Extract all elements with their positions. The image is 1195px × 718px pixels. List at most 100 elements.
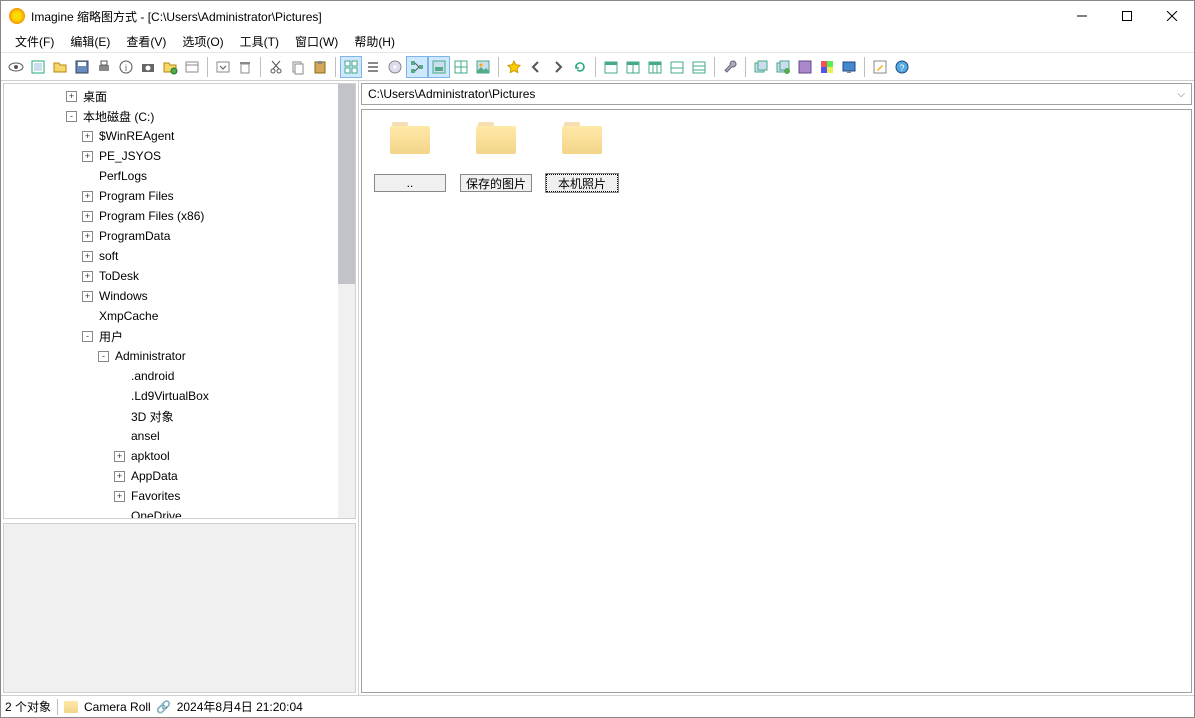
tool-preferences-icon[interactable] — [181, 56, 203, 78]
tree-node[interactable]: +PE_JSYOS — [4, 146, 355, 166]
tree-node[interactable]: +Favorites — [4, 486, 355, 506]
expand-icon[interactable]: + — [82, 131, 93, 142]
expand-icon[interactable]: + — [82, 251, 93, 262]
folder-icon — [562, 122, 602, 154]
tool-open-icon[interactable] — [49, 56, 71, 78]
file-item[interactable]: .. — [374, 122, 446, 192]
tree-node[interactable]: ansel — [4, 426, 355, 446]
tool-palette-icon[interactable] — [816, 56, 838, 78]
tree-label: 用户 — [97, 328, 123, 345]
tool-delete-icon[interactable] — [234, 56, 256, 78]
tool-copy-icon[interactable] — [287, 56, 309, 78]
expand-icon[interactable]: + — [82, 191, 93, 202]
tool-paste-icon[interactable] — [309, 56, 331, 78]
tree-node[interactable]: +$WinREAgent — [4, 126, 355, 146]
folder-icon — [64, 701, 78, 713]
tree-node[interactable]: +Windows — [4, 286, 355, 306]
tree-node[interactable]: +apktool — [4, 446, 355, 466]
tool-next-icon[interactable] — [547, 56, 569, 78]
scrollbar[interactable] — [338, 84, 355, 518]
menu-file[interactable]: 文件(F) — [7, 31, 62, 52]
tool-fullscreen-icon[interactable] — [27, 56, 49, 78]
file-item[interactable]: 本机照片 — [546, 122, 618, 192]
tool-batch2-icon[interactable] — [772, 56, 794, 78]
expand-icon[interactable]: + — [82, 231, 93, 242]
address-bar[interactable]: C:\Users\Administrator\Pictures ⌵ — [361, 83, 1192, 105]
expand-icon[interactable]: + — [82, 291, 93, 302]
tool-calendar-5-icon[interactable] — [688, 56, 710, 78]
minimize-button[interactable] — [1059, 1, 1104, 31]
tree-node[interactable]: +soft — [4, 246, 355, 266]
tree-node[interactable]: +Program Files (x86) — [4, 206, 355, 226]
tool-eye-icon[interactable] — [5, 56, 27, 78]
tree-node[interactable]: XmpCache — [4, 306, 355, 326]
tree-node[interactable]: -Administrator — [4, 346, 355, 366]
tool-edit-icon[interactable] — [869, 56, 891, 78]
tool-wrench-icon[interactable] — [719, 56, 741, 78]
tree-node[interactable]: OneDrive — [4, 506, 355, 519]
expand-icon[interactable]: + — [82, 271, 93, 282]
menu-window[interactable]: 窗口(W) — [287, 31, 346, 52]
tool-help-icon[interactable]: ? — [891, 56, 913, 78]
tree-node[interactable]: +桌面 — [4, 86, 355, 106]
tool-prev-icon[interactable] — [525, 56, 547, 78]
tool-calendar-4-icon[interactable] — [666, 56, 688, 78]
tree-node[interactable]: + ProgramData — [4, 226, 355, 246]
tool-screen-icon[interactable] — [838, 56, 860, 78]
scrollbar-thumb[interactable] — [338, 84, 355, 284]
expand-icon[interactable]: + — [114, 491, 125, 502]
tool-calendar-3-icon[interactable] — [644, 56, 666, 78]
tree-label: ansel — [129, 429, 160, 443]
file-item[interactable]: 保存的图片 — [460, 122, 532, 192]
collapse-icon[interactable]: - — [98, 351, 109, 362]
close-button[interactable] — [1149, 1, 1194, 31]
tool-view-list-icon[interactable] — [362, 56, 384, 78]
tree-node[interactable]: +Program Files — [4, 186, 355, 206]
expand-icon[interactable]: + — [66, 91, 77, 102]
tool-star-icon[interactable] — [503, 56, 525, 78]
tool-refresh-icon[interactable] — [569, 56, 591, 78]
tree-node[interactable]: PerfLogs — [4, 166, 355, 186]
titlebar: Imagine 缩略图方式 - [C:\Users\Administrator\… — [1, 1, 1194, 31]
tool-calendar-1-icon[interactable] — [600, 56, 622, 78]
folder-tree[interactable]: +桌面-本地磁盘 (C:)+$WinREAgent+PE_JSYOSPerfLo… — [3, 83, 356, 519]
tool-folder-open-icon[interactable] — [159, 56, 181, 78]
expand-icon[interactable]: + — [82, 151, 93, 162]
tool-convert-icon[interactable] — [794, 56, 816, 78]
tool-calendar-2-icon[interactable] — [622, 56, 644, 78]
tool-save-icon[interactable] — [71, 56, 93, 78]
tree-node[interactable]: .android — [4, 366, 355, 386]
tool-image-icon[interactable] — [472, 56, 494, 78]
tool-dropdown-icon[interactable] — [212, 56, 234, 78]
tree-node[interactable]: -本地磁盘 (C:) — [4, 106, 355, 126]
tree-node[interactable]: +ToDesk — [4, 266, 355, 286]
tool-camera-icon[interactable] — [137, 56, 159, 78]
tree-node[interactable]: .Ld9VirtualBox — [4, 386, 355, 406]
tool-tree-icon[interactable] — [406, 56, 428, 78]
collapse-icon[interactable]: - — [82, 331, 93, 342]
menu-help[interactable]: 帮助(H) — [346, 31, 403, 52]
expand-icon[interactable]: + — [82, 211, 93, 222]
file-grid[interactable]: ..保存的图片本机照片 — [361, 109, 1192, 693]
tool-view-thumbs-icon[interactable] — [340, 56, 362, 78]
tool-grid-icon[interactable] — [450, 56, 472, 78]
menu-options[interactable]: 选项(O) — [174, 31, 231, 52]
menu-tools[interactable]: 工具(T) — [232, 31, 287, 52]
dropdown-chevron-icon[interactable]: ⌵ — [1177, 89, 1185, 100]
tool-print-icon[interactable] — [93, 56, 115, 78]
tool-batch1-icon[interactable] — [750, 56, 772, 78]
expand-icon[interactable]: + — [114, 471, 125, 482]
tool-preview-icon[interactable] — [428, 56, 450, 78]
menu-edit[interactable]: 编辑(E) — [62, 31, 118, 52]
tree-node[interactable]: -用户 — [4, 326, 355, 346]
collapse-icon[interactable]: - — [66, 111, 77, 122]
tree-node[interactable]: +AppData — [4, 466, 355, 486]
expand-icon[interactable]: + — [114, 451, 125, 462]
tree-label: ProgramData — [97, 229, 170, 243]
tool-disc-icon[interactable] — [384, 56, 406, 78]
tree-node[interactable]: 3D 对象 — [4, 406, 355, 426]
maximize-button[interactable] — [1104, 1, 1149, 31]
tool-info-icon[interactable]: i — [115, 56, 137, 78]
menu-view[interactable]: 查看(V) — [118, 31, 174, 52]
tool-cut-icon[interactable] — [265, 56, 287, 78]
